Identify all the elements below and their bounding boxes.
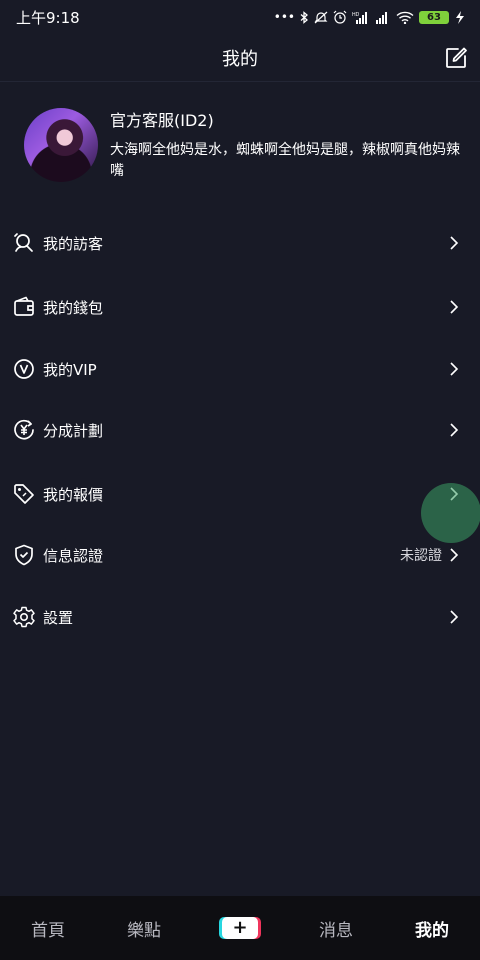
- nav-me[interactable]: 我的: [384, 896, 480, 960]
- vip-icon: [14, 359, 34, 379]
- menu-item-label: 分成計劃: [43, 421, 104, 440]
- profile-name: 官方客服(ID2): [110, 111, 214, 130]
- edit-icon[interactable]: [444, 46, 468, 70]
- verification-status: 未認證: [400, 548, 442, 564]
- avatar[interactable]: [24, 108, 98, 182]
- menu-item-wallet[interactable]: 我的錢包: [0, 287, 480, 327]
- nav-ledian[interactable]: 樂點: [96, 896, 192, 960]
- menu-item-label: 我的VIP: [43, 360, 97, 379]
- chevron-right-icon: [450, 548, 459, 562]
- nav-home[interactable]: 首頁: [0, 896, 96, 960]
- chevron-right-icon: [450, 236, 459, 250]
- menu-item-revenue-share[interactable]: 分成計劃: [0, 410, 480, 450]
- menu-item-settings[interactable]: 設置: [0, 597, 480, 637]
- bluetooth-icon: [300, 10, 308, 24]
- chevron-right-icon: [450, 300, 459, 314]
- dots-icon: •••: [273, 10, 295, 24]
- gear-icon: [13, 606, 35, 628]
- menu-item-vip[interactable]: 我的VIP: [0, 349, 480, 389]
- alarm-icon: [333, 10, 347, 24]
- status-time: 上午9:18: [16, 8, 80, 27]
- battery-icon: 63: [419, 10, 449, 24]
- status-icons: ••• HD 63: [274, 10, 466, 24]
- menu-item-label: 信息認證: [43, 546, 104, 565]
- signal-icon: [376, 11, 387, 24]
- hd-signal-icon: HD: [352, 11, 367, 24]
- chevron-right-icon: [450, 423, 459, 437]
- wifi-icon: [396, 11, 414, 24]
- visitor-icon: [14, 233, 33, 252]
- nav-messages[interactable]: 消息: [288, 896, 384, 960]
- plus-icon: +: [222, 917, 258, 939]
- menu-item-label: 我的錢包: [43, 298, 104, 317]
- menu-item-label: 我的報價: [43, 485, 104, 504]
- menu-item-label: 我的訪客: [43, 234, 104, 253]
- chevron-right-icon: [450, 362, 459, 376]
- profile-card[interactable]: 官方客服(ID2) 大海啊全他妈是水，蜘蛛啊全他妈是腿，辣椒啊真他妈辣嘴: [24, 108, 464, 182]
- header: 我的: [0, 34, 480, 82]
- touch-indicator: [421, 483, 480, 543]
- status-bar: 上午9:18 ••• HD 63: [0, 0, 480, 34]
- menu-item-verification[interactable]: 信息認證 未認證: [0, 535, 480, 575]
- page-title: 我的: [222, 48, 258, 70]
- nav-create[interactable]: +: [192, 896, 288, 960]
- wallet-icon: [14, 296, 34, 316]
- mute-icon: [314, 11, 328, 23]
- charging-icon: [456, 10, 464, 24]
- yen-coin-icon: [14, 419, 34, 440]
- menu-item-quotes[interactable]: 我的報價: [0, 474, 480, 514]
- menu-item-label: 設置: [43, 608, 74, 627]
- svg-text:HD: HD: [352, 12, 360, 18]
- shield-check-icon: [15, 544, 33, 566]
- profile-bio: 大海啊全他妈是水，蜘蛛啊全他妈是腿，辣椒啊真他妈辣嘴: [110, 142, 460, 179]
- chevron-right-icon: [450, 610, 459, 624]
- bottom-nav: 首頁 樂點 + 消息 我的: [0, 896, 480, 960]
- profile-info: 官方客服(ID2) 大海啊全他妈是水，蜘蛛啊全他妈是腿，辣椒啊真他妈辣嘴: [110, 108, 460, 182]
- menu-item-visitors[interactable]: 我的訪客: [0, 223, 480, 263]
- price-tag-icon: [14, 484, 34, 504]
